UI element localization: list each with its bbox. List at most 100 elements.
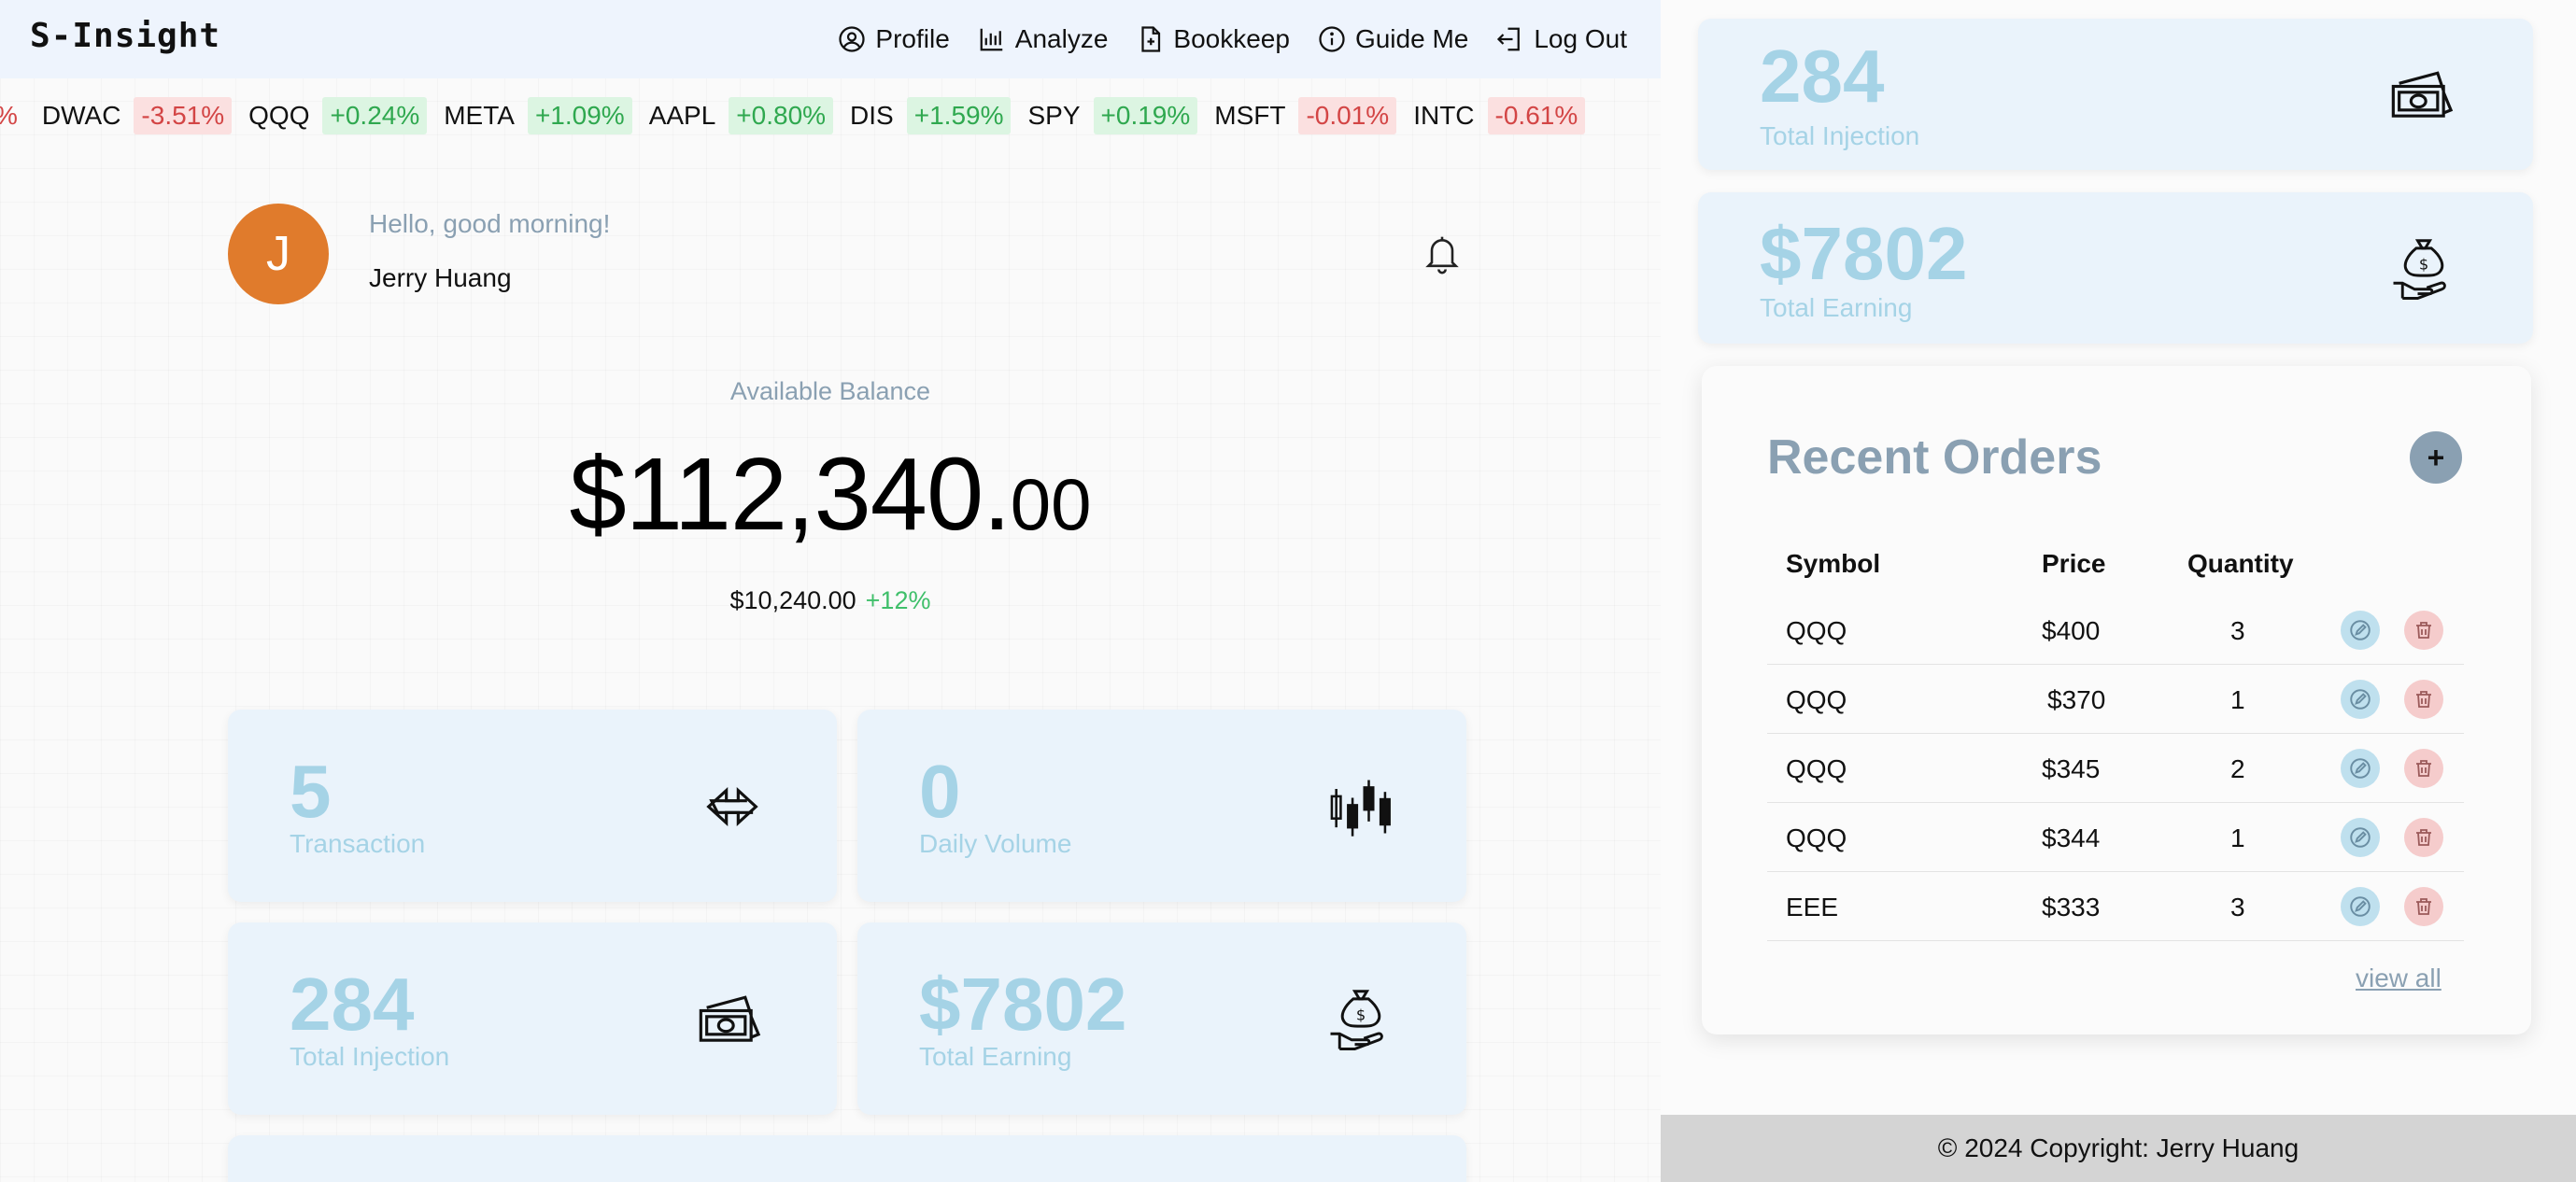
delete-button[interactable] <box>2404 749 2443 788</box>
stat-value: $7802 <box>919 963 1127 1046</box>
ticker-item[interactable]: MSFT -0.01% <box>1214 97 1397 134</box>
stat-label: Daily Volume <box>919 829 1072 858</box>
add-order-button[interactable]: + <box>2410 431 2462 484</box>
edit-button[interactable] <box>2341 887 2380 926</box>
avatar[interactable]: J <box>228 204 329 304</box>
column-header-symbol: Symbol <box>1786 549 1881 578</box>
candlestick-icon <box>1330 780 1391 837</box>
balance-cents: 00 <box>1010 463 1092 545</box>
delete-button[interactable] <box>2404 680 2443 719</box>
edit-button[interactable] <box>2341 611 2380 650</box>
recent-orders-card: Recent Orders + Symbol Price Quantity QQ… <box>1702 366 2531 1034</box>
brand-logo[interactable]: S-Insight <box>30 17 220 55</box>
order-quantity: 3 <box>2230 616 2245 645</box>
order-symbol: QQQ <box>1786 823 1847 852</box>
nav-log-out-label: Log Out <box>1534 24 1627 53</box>
column-header-quantity: Quantity <box>2187 549 2294 578</box>
ticker-symbol: AAPL <box>648 101 716 130</box>
balance-change-amount: $10,240.00 <box>729 586 856 614</box>
ticker-symbol: META <box>444 101 515 130</box>
nav-analyze-label: Analyze <box>1014 24 1109 53</box>
stock-ticker: % DWAC -3.51% QQQ +0.24% META +1.09% AAP… <box>0 91 1661 140</box>
edit-icon <box>2350 620 2371 640</box>
column-header-price: Price <box>2042 549 2106 578</box>
order-quantity: 3 <box>2230 893 2245 922</box>
ticker-item[interactable]: AAPL +0.80% <box>648 97 834 134</box>
balance-main: $112,340. <box>569 437 1012 552</box>
stat-value: 284 <box>1760 35 1885 118</box>
ticker-item[interactable]: DWAC -3.51% <box>41 97 233 134</box>
order-quantity: 2 <box>2230 754 2245 783</box>
nav-guide-me-label: Guide Me <box>1354 24 1469 53</box>
balance-label: Available Balance <box>729 377 931 405</box>
logout-icon <box>1497 27 1521 51</box>
user-name: Jerry Huang <box>369 263 512 292</box>
nav-profile-label: Profile <box>875 24 950 53</box>
edit-icon <box>2350 758 2371 779</box>
delete-button[interactable] <box>2404 818 2443 857</box>
order-quantity: 1 <box>2230 823 2245 852</box>
table-row[interactable]: QQQ $400 3 <box>1767 596 2464 665</box>
bar-chart-icon <box>980 28 1003 51</box>
stat-label: Transaction <box>290 829 426 858</box>
balance-change: $10,240.00 +12% <box>0 586 1661 615</box>
order-symbol: QQQ <box>1786 754 1847 783</box>
order-price: $333 <box>2042 893 2101 922</box>
ticker-item[interactable]: SPY +0.19% <box>1027 97 1198 134</box>
edit-button[interactable] <box>2341 680 2380 719</box>
stat-value: 5 <box>290 750 332 833</box>
stat-card-partial <box>228 1135 1466 1182</box>
nav-bookkeep[interactable]: Bookkeep <box>1136 24 1290 54</box>
ticker-item[interactable]: DIS +1.59% <box>850 97 1012 134</box>
ticker-change: -3.51% <box>134 97 233 134</box>
delete-button[interactable] <box>2404 611 2443 650</box>
nav-analyze[interactable]: Analyze <box>978 24 1109 54</box>
money-icon <box>699 995 761 1042</box>
ticker-symbol: DIS <box>850 101 894 130</box>
trash-icon <box>2416 622 2431 639</box>
edit-icon <box>2350 896 2371 917</box>
stat-value: $7802 <box>1760 212 1968 295</box>
stat-card-transaction: 5 Transaction <box>228 710 837 902</box>
greeting-text: Hello, good morning! <box>369 209 611 238</box>
stat-card-total-injection: 284 Total Injection <box>228 922 837 1115</box>
stat-label: Total Earning <box>919 1042 1072 1071</box>
ticker-item[interactable]: INTC -0.61% <box>1413 97 1586 134</box>
edit-button[interactable] <box>2341 818 2380 857</box>
ticker-change: +0.80% <box>729 97 834 134</box>
dashboard-panel: S-Insight Profile Analyze Bookkeep Guide… <box>0 0 1661 1182</box>
bell-icon[interactable] <box>1422 232 1463 276</box>
ticker-item[interactable]: META +1.09% <box>444 97 632 134</box>
view-all-link[interactable]: view all <box>2356 964 2442 993</box>
ticker-change: +0.19% <box>1093 97 1198 134</box>
table-row[interactable]: EEE $333 3 <box>1767 872 2464 941</box>
ticker-item[interactable]: % <box>0 97 25 134</box>
balance-change-pct: +12% <box>865 586 931 614</box>
stat-label: Total Injection <box>1760 121 1920 150</box>
table-row[interactable]: QQQ $370 1 <box>1767 665 2464 734</box>
table-row[interactable]: QQQ $344 1 <box>1767 803 2464 872</box>
nav-log-out[interactable]: Log Out <box>1496 24 1627 54</box>
ticker-symbol: QQQ <box>248 101 310 130</box>
ticker-symbol: DWAC <box>41 101 121 130</box>
order-price: $370 <box>2047 685 2106 714</box>
edit-button[interactable] <box>2341 749 2380 788</box>
delete-button[interactable] <box>2404 887 2443 926</box>
copyright-text: © 2024 Copyright: Jerry Huang <box>1937 1133 2300 1162</box>
ticker-symbol: INTC <box>1413 101 1475 130</box>
stat-label: Total Injection <box>290 1042 450 1071</box>
order-symbol: EEE <box>1786 893 1839 922</box>
info-icon <box>1319 26 1345 52</box>
nav-profile[interactable]: Profile <box>838 24 950 54</box>
footer: © 2024 Copyright: Jerry Huang <box>1661 1115 2576 1182</box>
ticker-item[interactable]: QQQ +0.24% <box>248 97 428 134</box>
ticker-symbol: MSFT <box>1214 101 1286 130</box>
ticker-change: +0.24% <box>322 97 428 134</box>
ticker-change: -0.61% <box>1487 97 1586 134</box>
order-symbol: QQQ <box>1786 685 1847 714</box>
table-row[interactable]: QQQ $345 2 <box>1767 734 2464 803</box>
stat-value: 284 <box>290 963 415 1046</box>
balance-amount: $112,340.00 <box>0 435 1661 554</box>
nav-guide-me[interactable]: Guide Me <box>1318 24 1468 54</box>
trash-icon <box>2416 829 2431 846</box>
